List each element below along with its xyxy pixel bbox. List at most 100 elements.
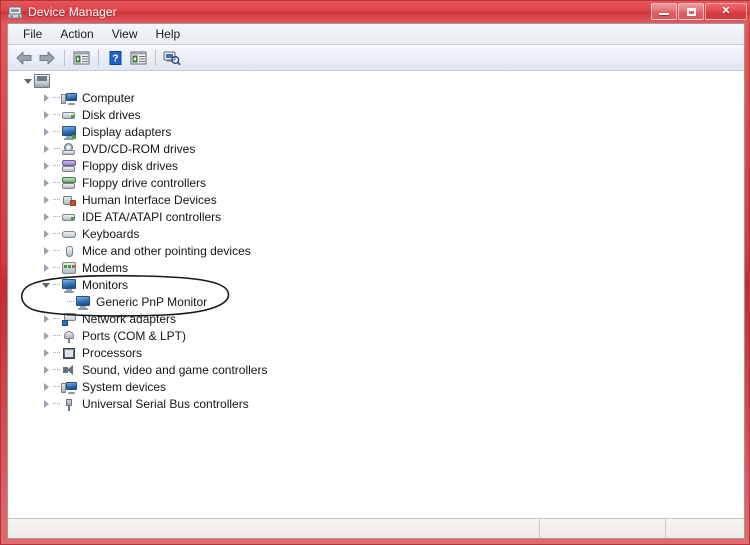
back-button[interactable] bbox=[13, 47, 35, 69]
tree-row-generic-pnp-monitor[interactable]: Generic PnP Monitor bbox=[8, 293, 744, 310]
tree-row-ide-controllers[interactable]: IDE ATA/ATAPI controllers bbox=[8, 208, 744, 225]
disk-drive-icon bbox=[61, 107, 77, 123]
tree-row-display-adapters[interactable]: Display adapters bbox=[8, 123, 744, 140]
expand-toggle[interactable] bbox=[40, 276, 52, 293]
tree-item-label: Display adapters bbox=[82, 124, 172, 139]
tree-row-modems[interactable]: Modems bbox=[8, 259, 744, 276]
expand-toggle[interactable] bbox=[40, 157, 52, 174]
dvd-drive-icon bbox=[61, 141, 77, 157]
title-bar[interactable]: Device Manager ✕ bbox=[1, 1, 750, 23]
chevron-down-icon bbox=[42, 283, 50, 288]
tree-connector bbox=[52, 395, 61, 412]
expand-toggle[interactable] bbox=[40, 225, 52, 242]
expand-toggle[interactable] bbox=[40, 310, 52, 327]
expand-toggle[interactable] bbox=[22, 72, 34, 89]
usb-controller-icon bbox=[61, 396, 77, 412]
expand-toggle[interactable] bbox=[40, 123, 52, 140]
tree-connector bbox=[52, 191, 61, 208]
expand-toggle[interactable] bbox=[40, 378, 52, 395]
show-hide-console-tree-button[interactable] bbox=[70, 47, 92, 69]
expand-toggle[interactable] bbox=[40, 89, 52, 106]
network-adapter-icon bbox=[61, 311, 77, 327]
keyboard-icon bbox=[61, 226, 77, 242]
chevron-right-icon bbox=[43, 144, 49, 153]
minimize-button[interactable] bbox=[651, 3, 677, 20]
toolbar-separator bbox=[98, 49, 99, 66]
console-tree-icon bbox=[73, 51, 89, 64]
port-icon bbox=[61, 328, 77, 344]
tree-item-label: Ports (COM & LPT) bbox=[82, 328, 187, 343]
tree-item-label: Disk drives bbox=[82, 107, 141, 122]
expand-toggle[interactable] bbox=[40, 259, 52, 276]
forward-arrow-icon bbox=[39, 51, 55, 64]
tree-connector bbox=[52, 225, 61, 242]
tree-row-computer[interactable]: Computer bbox=[8, 89, 744, 106]
tree-row-processors[interactable]: Processors bbox=[8, 344, 744, 361]
chevron-down-icon bbox=[24, 79, 32, 84]
tree-item-label: DVD/CD-ROM drives bbox=[82, 141, 196, 156]
tree-row-monitors[interactable]: Monitors bbox=[8, 276, 744, 293]
tree-row-dvd-cdrom-drives[interactable]: DVD/CD-ROM drives bbox=[8, 140, 744, 157]
menu-view[interactable]: View bbox=[103, 25, 147, 43]
expand-toggle[interactable] bbox=[40, 174, 52, 191]
device-tree[interactable]: Computer Disk drives Display adapters DV… bbox=[8, 72, 744, 518]
menu-action[interactable]: Action bbox=[51, 25, 102, 43]
tree-row-ports[interactable]: Ports (COM & LPT) bbox=[8, 327, 744, 344]
monitor-icon bbox=[61, 277, 77, 293]
tree-item-label: Human Interface Devices bbox=[82, 192, 217, 207]
tree-row-disk-drives[interactable]: Disk drives bbox=[8, 106, 744, 123]
display-adapter-icon bbox=[61, 124, 77, 140]
expand-toggle[interactable] bbox=[40, 208, 52, 225]
properties-button[interactable] bbox=[127, 47, 149, 69]
computer-root-icon bbox=[34, 73, 50, 89]
expand-toggle[interactable] bbox=[40, 344, 52, 361]
tree-row-sound-video-game-controllers[interactable]: Sound, video and game controllers bbox=[8, 361, 744, 378]
close-button[interactable]: ✕ bbox=[705, 3, 747, 20]
tree-connector bbox=[52, 106, 61, 123]
chevron-right-icon bbox=[43, 246, 49, 255]
chevron-right-icon bbox=[43, 195, 49, 204]
chevron-right-icon bbox=[43, 314, 49, 323]
scan-for-hardware-changes-button[interactable] bbox=[161, 47, 183, 69]
chevron-right-icon bbox=[43, 263, 49, 272]
tree-row-human-interface-devices[interactable]: Human Interface Devices bbox=[8, 191, 744, 208]
menu-help[interactable]: Help bbox=[147, 25, 190, 43]
expand-toggle[interactable] bbox=[40, 106, 52, 123]
status-pane-1 bbox=[8, 519, 540, 538]
tree-row-network-adapters[interactable]: Network adapters bbox=[8, 310, 744, 327]
chevron-right-icon bbox=[43, 331, 49, 340]
tree-row-floppy-drive-controllers[interactable]: Floppy drive controllers bbox=[8, 174, 744, 191]
tree-row-floppy-disk-drives[interactable]: Floppy disk drives bbox=[8, 157, 744, 174]
chevron-right-icon bbox=[43, 127, 49, 136]
chevron-right-icon bbox=[43, 399, 49, 408]
tree-item-label: Generic PnP Monitor bbox=[96, 294, 208, 309]
client-area: File Action View Help ? Computer Disk dr… bbox=[7, 23, 745, 539]
tree-row-mice-and-pointing-devices[interactable]: Mice and other pointing devices bbox=[8, 242, 744, 259]
tree-connector bbox=[52, 259, 61, 276]
status-bar bbox=[8, 518, 744, 538]
expand-toggle[interactable] bbox=[40, 327, 52, 344]
close-icon: ✕ bbox=[721, 5, 731, 17]
mouse-icon bbox=[61, 243, 77, 259]
window-title: Device Manager bbox=[28, 5, 117, 19]
expand-toggle[interactable] bbox=[40, 191, 52, 208]
tree-item-label: Monitors bbox=[82, 277, 129, 292]
chevron-right-icon bbox=[43, 365, 49, 374]
tree-row-usb-controllers[interactable]: Universal Serial Bus controllers bbox=[8, 395, 744, 412]
expand-toggle[interactable] bbox=[40, 361, 52, 378]
tree-row-keyboards[interactable]: Keyboards bbox=[8, 225, 744, 242]
expand-toggle[interactable] bbox=[40, 140, 52, 157]
tree-item-label: Keyboards bbox=[82, 226, 140, 241]
chevron-right-icon bbox=[43, 93, 49, 102]
menu-file[interactable]: File bbox=[14, 25, 51, 43]
expand-toggle[interactable] bbox=[40, 242, 52, 259]
forward-button[interactable] bbox=[36, 47, 58, 69]
ide-controller-icon bbox=[61, 209, 77, 225]
tree-connector bbox=[52, 344, 61, 361]
chevron-right-icon bbox=[43, 382, 49, 391]
tree-row-system-devices[interactable]: System devices bbox=[8, 378, 744, 395]
maximize-button[interactable] bbox=[678, 3, 704, 20]
tree-row-root[interactable] bbox=[8, 72, 744, 89]
help-button[interactable]: ? bbox=[104, 47, 126, 69]
expand-toggle[interactable] bbox=[40, 395, 52, 412]
